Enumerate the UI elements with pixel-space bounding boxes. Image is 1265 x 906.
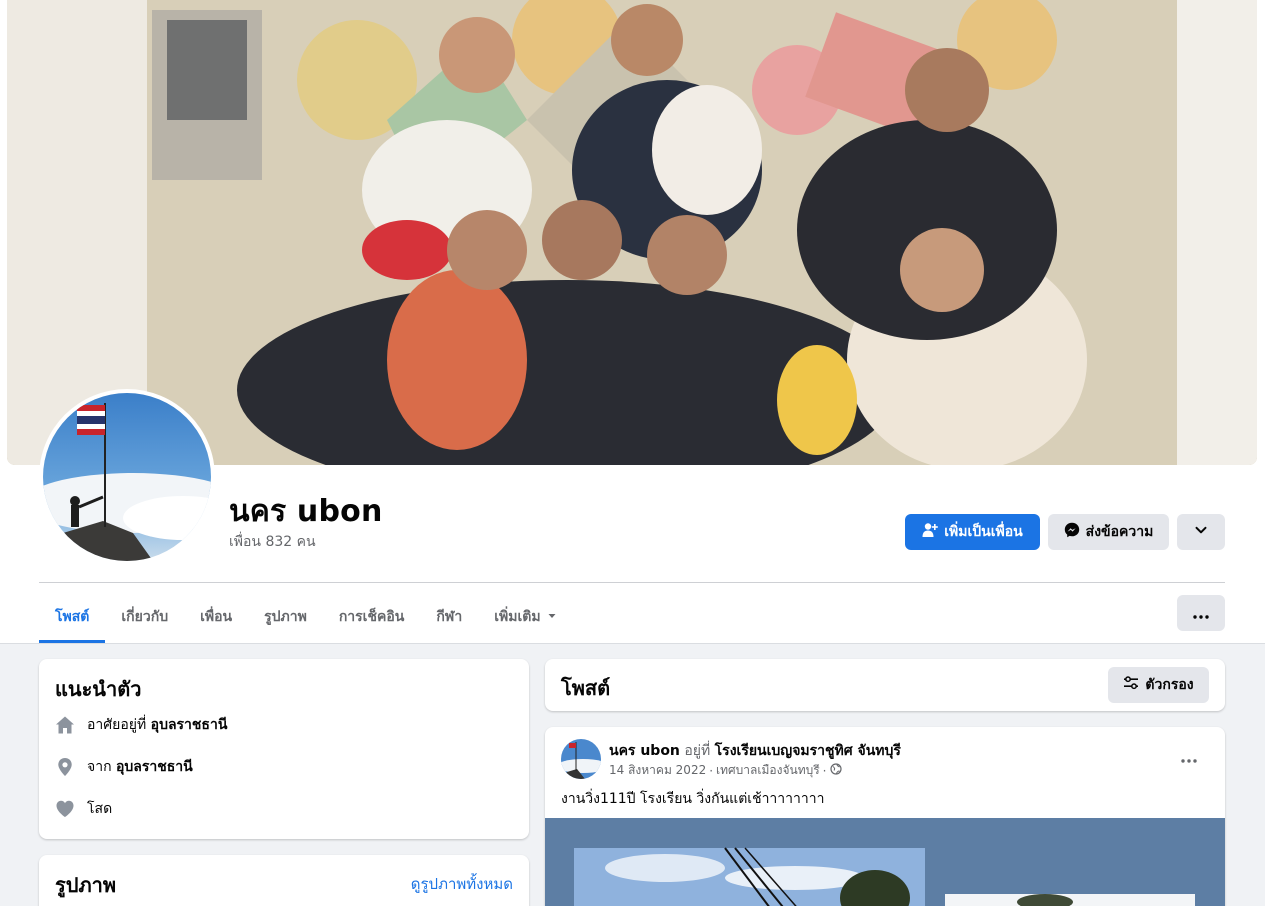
- intro-lives-in: อาศัยอยู่ที่ อุบลราชธานี: [55, 714, 227, 736]
- add-friend-button[interactable]: เพิ่มเป็นเพื่อน: [905, 514, 1040, 550]
- tab-check-ins[interactable]: การเช็คอิน: [323, 591, 421, 643]
- add-friend-label: เพิ่มเป็นเพื่อน: [944, 524, 1023, 540]
- intro-card: แนะนำตัว อาศัยอยู่ที่ อุบลราชธานี จาก อุ…: [39, 659, 529, 839]
- header-divider: [39, 582, 1225, 583]
- intro-title: แนะนำตัว: [55, 677, 142, 701]
- post-text: งานวิ่ง111ปี โรงเรียน วิ่งกันแต่เช้าาาาา…: [561, 791, 825, 807]
- cover-photo[interactable]: [7, 0, 1257, 465]
- tab-label: เกี่ยวกับ: [121, 609, 169, 625]
- messenger-icon: [1064, 522, 1080, 542]
- tab-label: การเช็คอิน: [338, 609, 405, 625]
- filter-button[interactable]: ตัวกรอง: [1108, 667, 1209, 703]
- photos-card: รูปภาพ ดูรูปภาพทั้งหมด: [39, 855, 529, 906]
- add-person-icon: [922, 522, 939, 542]
- lives-prefix: อาศัยอยู่ที่: [87, 717, 147, 733]
- tab-label: เพื่อน: [200, 609, 233, 625]
- filter-sliders-icon: [1123, 675, 1139, 695]
- profile-more-button[interactable]: [1177, 514, 1225, 550]
- from-place[interactable]: อุบลราชธานี: [116, 759, 193, 775]
- tab-label: กีฬา: [436, 609, 463, 625]
- post-options-button[interactable]: [1173, 743, 1205, 771]
- relationship-text: โสด: [87, 801, 113, 817]
- message-label: ส่งข้อความ: [1085, 524, 1154, 540]
- intro-from-text: จาก อุบลราชธานี: [87, 756, 193, 778]
- caret-down-icon: [547, 609, 557, 625]
- profile-tabs: โพสต์ เกี่ยวกับ เพื่อน รูปภาพ การเช็คอิน…: [39, 591, 573, 643]
- post-card: นคร ubon อยู่ที่ โรงเรียนเบญจมราชูทิศ จั…: [545, 727, 1225, 906]
- tab-more[interactable]: เพิ่มเติม: [478, 591, 572, 643]
- post-date[interactable]: 14 สิงหาคม 2022: [609, 761, 706, 780]
- intro-lives-text: อาศัยอยู่ที่ อุบลราชธานี: [87, 714, 227, 736]
- profile-avatar[interactable]: [39, 389, 215, 565]
- post-location[interactable]: เทศบาลเมืองจันทบุรี: [716, 761, 820, 780]
- tab-posts[interactable]: โพสต์: [39, 591, 106, 643]
- home-icon: [55, 715, 75, 735]
- friend-count[interactable]: เพื่อน 832 คน: [229, 531, 316, 553]
- meta-separator: ·: [709, 763, 714, 778]
- tab-friends[interactable]: เพื่อน: [184, 591, 248, 643]
- ellipsis-icon: [1181, 748, 1197, 767]
- tab-label: รูปภาพ: [264, 609, 307, 625]
- post-header-line: นคร ubon อยู่ที่ โรงเรียนเบญจมราชูทิศ จั…: [609, 740, 901, 762]
- profile-header: นคร ubon เพื่อน 832 คน เพิ่มเป็นเพื่อน ส…: [0, 0, 1265, 644]
- post-meta: 14 สิงหาคม 2022 · เทศบาลเมืองจันทบุรี ·: [609, 761, 842, 780]
- post-place-link[interactable]: โรงเรียนเบญจมราชูทิศ จันทบุรี: [715, 743, 901, 759]
- photos-title: รูปภาพ: [55, 873, 117, 897]
- posts-header-card: โพสต์ ตัวกรอง: [545, 659, 1225, 711]
- heart-icon: [55, 799, 75, 819]
- post-photo-collage[interactable]: [545, 818, 1225, 906]
- intro-from: จาก อุบลราชธานี: [55, 756, 193, 778]
- post-author-avatar[interactable]: [561, 739, 601, 779]
- tab-label: โพสต์: [55, 609, 90, 625]
- filter-label: ตัวกรอง: [1145, 677, 1194, 693]
- tab-sports[interactable]: กีฬา: [420, 591, 478, 643]
- globe-icon: [829, 763, 842, 778]
- see-all-photos-link[interactable]: ดูรูปภาพทั้งหมด: [411, 872, 513, 896]
- tab-photos[interactable]: รูปภาพ: [248, 591, 323, 643]
- tab-label: เพิ่มเติม: [494, 609, 541, 625]
- location-pin-icon: [55, 757, 75, 777]
- ellipsis-icon: [1193, 604, 1209, 623]
- message-button[interactable]: ส่งข้อความ: [1048, 514, 1169, 550]
- post-at-word: อยู่ที่: [684, 743, 711, 759]
- tabs-more-options-button[interactable]: [1177, 595, 1225, 631]
- profile-name: นคร ubon: [229, 494, 383, 529]
- meta-separator: ·: [822, 763, 827, 778]
- posts-title: โพสต์: [561, 676, 611, 700]
- tab-about[interactable]: เกี่ยวกับ: [105, 591, 184, 643]
- from-prefix: จาก: [87, 759, 112, 775]
- intro-relationship: โสด: [55, 798, 112, 820]
- post-author-name[interactable]: นคร ubon: [609, 743, 680, 759]
- lives-place[interactable]: อุบลราชธานี: [151, 717, 228, 733]
- chevron-down-icon: [1194, 523, 1208, 541]
